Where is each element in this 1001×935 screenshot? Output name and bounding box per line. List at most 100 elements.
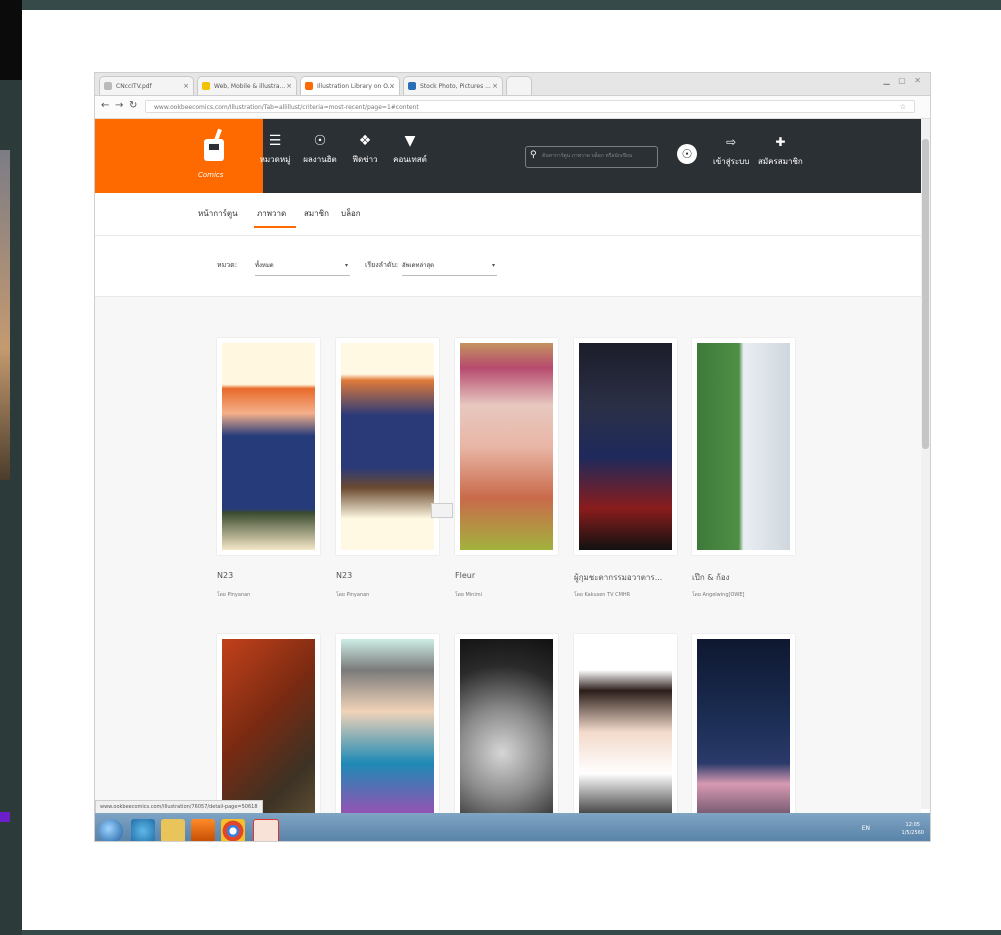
trophy-icon: ▼ [404,133,416,149]
illustration-grid: N23 โดย Pinyanan N23 โดย Pinyanan Fleur … [95,297,921,841]
browser-tab-3[interactable]: Illustration Library on O... × [300,76,400,95]
card-title[interactable]: N23 [217,571,320,580]
scrollbar-thumb[interactable] [922,139,929,449]
nav-label: ผลงานฮิต [303,155,337,164]
close-icon[interactable]: × [286,77,292,95]
star-icon[interactable]: ☆ [900,101,906,114]
card-author[interactable]: โดย Pinyanan [217,591,250,599]
illustration-thumbnail[interactable] [692,634,795,841]
start-button[interactable] [99,819,123,841]
nav-label: หมวดหมู่ [259,155,291,164]
system-clock[interactable]: 12:05 1/5/2560 [902,821,924,837]
reload-icon[interactable]: ↻ [129,100,137,111]
scroll-arrow-button[interactable] [431,503,453,518]
pdf-file-icon [104,82,112,90]
browser-tab-1[interactable]: CNccITV.pdf × [99,76,194,95]
card-title[interactable]: Fleur [455,571,558,580]
page-scrollbar[interactable] [921,119,930,809]
file-explorer-icon[interactable] [161,819,185,841]
nav-categories[interactable]: ☰ หมวดหมู่ [255,133,295,166]
tab-blog[interactable]: บล็อก [341,207,361,220]
site-favicon-icon [305,82,313,90]
background-photo [0,150,10,480]
login-icon: ⇨ [726,135,737,149]
site-header: Comics ☰ หมวดหมู่ ☉ ผลงานฮิต ❖ ฟีดข่าว ▼… [95,119,921,193]
tab-label: CNccITV.pdf [116,83,152,90]
illustration-thumbnail[interactable] [336,634,439,841]
ranking-icon: ☉ [313,133,327,149]
sort-label: เรียงลำดับ: [365,261,399,269]
register-button[interactable]: ✚ สมัครสมาชิก [758,135,803,168]
clock-time: 12:05 [905,822,920,828]
active-tab-indicator [254,226,296,228]
nav-ranking[interactable]: ☉ ผลงานฮิต [300,133,340,166]
chevron-down-icon: ▾ [491,262,495,269]
tab-label: Illustration Library on O... [317,83,394,90]
card-title[interactable]: N23 [336,571,439,580]
tab-comics[interactable]: หน้าการ์ตูน [198,207,238,220]
browser-tab-2[interactable]: Web, Mobile & illustra... × [197,76,297,95]
address-bar: ← → ↻ www.ookbeecomics.com/Illustration/… [95,96,930,119]
add-user-icon: ✚ [775,135,786,149]
card-author[interactable]: โดย Pinyanan [336,591,369,599]
search-box[interactable]: ⚲ ค้นหาการ์ตูน ภาพวาด บล็อก หรือนักเขียน [525,146,658,168]
site-logo[interactable]: Comics [95,119,263,193]
forward-arrow-icon[interactable]: → [115,100,123,111]
new-tab-button[interactable] [506,76,532,95]
back-arrow-icon[interactable]: ← [101,100,109,111]
sort-value: อัพเดทล่าสุด [402,262,435,269]
nav-contest[interactable]: ▼ คอนเทสต์ [390,133,430,166]
tab-bar: CNccITV.pdf × Web, Mobile & illustra... … [95,73,930,96]
media-player-icon[interactable] [191,819,215,841]
illustration-thumbnail[interactable] [574,634,677,841]
url-field[interactable]: www.ookbeecomics.com/Illustration/Tab=al… [145,100,915,113]
illustration-thumbnail[interactable] [217,338,320,555]
close-icon[interactable]: × [492,77,498,95]
close-icon[interactable]: × [389,77,395,95]
background-dark-region [0,0,22,80]
card-title[interactable]: เป๊ก & ก้อง [692,571,795,584]
url-text: www.ookbeecomics.com/Illustration/Tab=al… [154,104,419,111]
tab-label: Web, Mobile & illustra... [214,83,286,90]
explore-icon: ❖ [358,133,372,149]
status-url: www.ookbeecomics.com/Illustration/76057/… [95,800,263,814]
register-label: สมัครสมาชิก [758,157,803,166]
illustration-thumbnail[interactable] [574,338,677,555]
category-label: หมวด: [217,261,238,269]
site-favicon-icon [408,82,416,90]
card-author[interactable]: โดย Angelwing[OWE] [692,591,744,599]
tab-members[interactable]: สมาชิก [304,207,329,220]
illustration-thumbnail[interactable] [336,338,439,555]
search-input[interactable]: ค้นหาการ์ตูน ภาพวาด บล็อก หรือนักเขียน [542,152,632,160]
logo-icon [202,128,228,171]
illustration-thumbnail[interactable] [692,338,795,555]
illustration-thumbnail[interactable] [455,634,558,841]
section-tabs: หน้าการ์ตูน ภาพวาด สมาชิก บล็อก [95,193,921,236]
chevron-down-icon: ▾ [344,262,348,269]
windows-taskbar: EN 12:05 1/5/2560 [95,813,930,841]
site-favicon-icon [202,82,210,90]
illustration-thumbnail[interactable] [455,338,558,555]
card-author[interactable]: โดย Minimi [455,591,482,599]
slide-frame: CNccITV.pdf × Web, Mobile & illustra... … [22,10,1001,930]
login-button[interactable]: ⇨ เข้าสู่ระบบ [713,135,749,168]
nav-label: ฟีดข่าว [352,155,378,164]
tab-label: Stock Photo, Pictures ... [420,83,491,90]
clock-date: 1/5/2560 [901,830,924,836]
filter-bar: หมวด: ทั้งหมด ▾ เรียงลำดับ: อัพเดทล่าสุด… [95,236,921,297]
chrome-icon[interactable] [221,819,245,841]
sort-select[interactable]: อัพเดทล่าสุด ▾ [402,256,497,276]
category-select[interactable]: ทั้งหมด ▾ [255,256,350,276]
tab-illustrations[interactable]: ภาพวาด [257,207,286,220]
window-controls[interactable]: ▁ ▢ ✕ [884,76,925,85]
menu-icon: ☰ [268,133,282,149]
close-icon[interactable]: × [183,77,189,95]
accessibility-icon[interactable]: ☉ [677,144,697,164]
nav-feed[interactable]: ❖ ฟีดข่าว [345,133,385,166]
card-title[interactable]: ผู้กุมชะตากรรมอวาตาร... [574,571,677,584]
browser-tab-4[interactable]: Stock Photo, Pictures ... × [403,76,503,95]
card-author[interactable]: โดย Kakusen TV CMHR [574,591,630,599]
language-indicator[interactable]: EN [862,825,870,832]
internet-explorer-icon[interactable] [131,819,155,841]
pdf-reader-icon[interactable] [253,819,279,841]
